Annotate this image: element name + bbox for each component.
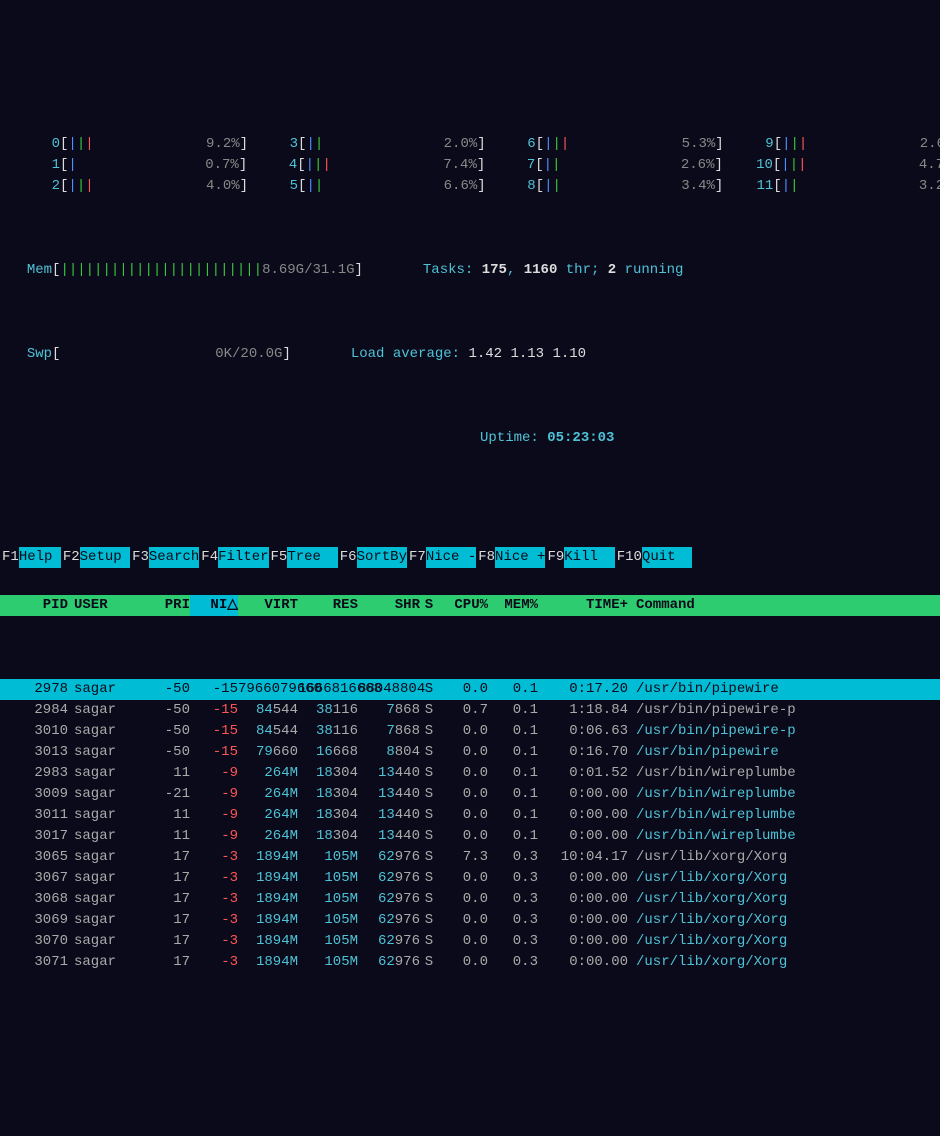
header-pri[interactable]: PRI <box>130 595 190 616</box>
process-row[interactable]: 3069sagar17-31894M105M62976S0.00.30:00.0… <box>0 910 940 931</box>
mem-row: Mem[||||||||||||||||||||||||8.69G/31.1G]… <box>0 260 940 281</box>
function-key[interactable]: F9Kill <box>545 547 614 568</box>
cpu-meter: 11[||3.2%] <box>723 176 940 197</box>
function-key[interactable]: F4Filter <box>199 547 268 568</box>
cpu-meter: 9[|||2.6%] <box>724 134 940 155</box>
header-virt[interactable]: VIRT <box>238 595 298 616</box>
cpu-meter: 6[|||5.3%] <box>486 134 724 155</box>
header-cmd[interactable]: Command <box>628 595 930 616</box>
process-row[interactable]: 3011sagar11-9264M1830413440S0.00.10:00.0… <box>0 805 940 826</box>
cpu-meter: 10[|||4.7%] <box>723 155 940 176</box>
running-count: 2 <box>608 262 616 278</box>
mem-label: Mem <box>27 262 52 278</box>
cpu-meter: 2[|||4.0%] <box>10 176 248 197</box>
swap-row: Swp[0K/20.0G] Load average: 1.42 1.13 1.… <box>0 344 940 365</box>
cpu-meter: 4[|||7.4%] <box>247 155 485 176</box>
uptime-row: Uptime: 05:23:03 <box>0 428 940 449</box>
process-row[interactable]: 2983sagar11-9264M1830413440S0.00.10:01.5… <box>0 763 940 784</box>
header-cpu[interactable]: CPU% <box>438 595 488 616</box>
header-user[interactable]: USER <box>68 595 130 616</box>
process-row[interactable]: 3068sagar17-31894M105M62976S0.00.30:00.0… <box>0 889 940 910</box>
function-key-bar: F1Help F2Setup F3SearchF4FilterF5Tree F6… <box>0 547 940 568</box>
threads-count: 1160 <box>524 262 558 278</box>
cpu-meter: 0[|||9.2%] <box>10 134 248 155</box>
process-row[interactable]: 3013sagar-50-1579660166688804S0.00.10:16… <box>0 742 940 763</box>
function-key[interactable]: F2Setup <box>61 547 130 568</box>
header-ni[interactable]: NI△ <box>190 595 238 616</box>
process-row[interactable]: 3070sagar17-31894M105M62976S0.00.30:00.0… <box>0 931 940 952</box>
function-key[interactable]: F7Nice - <box>407 547 476 568</box>
process-row[interactable]: 3065sagar17-31894M105M62976S7.30.310:04.… <box>0 847 940 868</box>
cpu-meter: 5[||6.6%] <box>248 176 486 197</box>
cpu-meter: 7[||2.6%] <box>485 155 723 176</box>
process-row[interactable]: 3010sagar-50-1584544381167868S0.00.10:06… <box>0 721 940 742</box>
cpu-meter: 8[||3.4%] <box>486 176 724 197</box>
process-row[interactable]: 2978sagar-50-157966079660166681666888048… <box>0 679 940 700</box>
tasks-count: 175 <box>482 262 507 278</box>
header-res[interactable]: RES <box>298 595 358 616</box>
swap-usage: 0K/20.0G <box>60 344 282 365</box>
function-key[interactable]: F8Nice + <box>476 547 545 568</box>
process-row[interactable]: 3017sagar11-9264M1830413440S0.00.10:00.0… <box>0 826 940 847</box>
process-row[interactable]: 3067sagar17-31894M105M62976S0.00.30:00.0… <box>0 868 940 889</box>
load-average: 1.42 1.13 1.10 <box>468 346 586 362</box>
htop-screen: 0[|||9.2%]3[||2.0%]6[|||5.3%]9[|||2.6%]1… <box>0 84 940 994</box>
mem-usage: 8.69G/31.1G <box>262 262 354 278</box>
process-row[interactable]: 3071sagar17-31894M105M62976S0.00.30:00.0… <box>0 952 940 973</box>
function-key[interactable]: F3Search <box>130 547 199 568</box>
cpu-meter: 3[||2.0%] <box>248 134 486 155</box>
header-shr[interactable]: SHR <box>358 595 420 616</box>
process-list[interactable]: 2978sagar-50-157966079660166681666888048… <box>0 679 940 973</box>
process-row[interactable]: 3009sagar-21-9264M1830413440S0.00.10:00.… <box>0 784 940 805</box>
cpu-meter: 1[|0.7%] <box>10 155 247 176</box>
swap-label: Swp <box>27 346 52 362</box>
header-pid[interactable]: PID <box>10 595 68 616</box>
header-time[interactable]: TIME+ <box>538 595 628 616</box>
function-key[interactable]: F5Tree <box>269 547 338 568</box>
cpu-meters: 0[|||9.2%]3[||2.0%]6[|||5.3%]9[|||2.6%]1… <box>0 134 940 197</box>
function-key[interactable]: F6SortBy <box>338 547 407 568</box>
uptime-value: 05:23:03 <box>547 430 614 446</box>
function-key[interactable]: F1Help <box>0 547 61 568</box>
process-row[interactable]: 2984sagar-50-1584544381167868S0.70.11:18… <box>0 700 940 721</box>
header-s[interactable]: S <box>420 595 438 616</box>
function-key[interactable]: F10Quit <box>615 547 693 568</box>
header-mem[interactable]: MEM% <box>488 595 538 616</box>
process-table-header[interactable]: PID USER PRI NI△ VIRT RES SHR S CPU% MEM… <box>0 595 940 616</box>
